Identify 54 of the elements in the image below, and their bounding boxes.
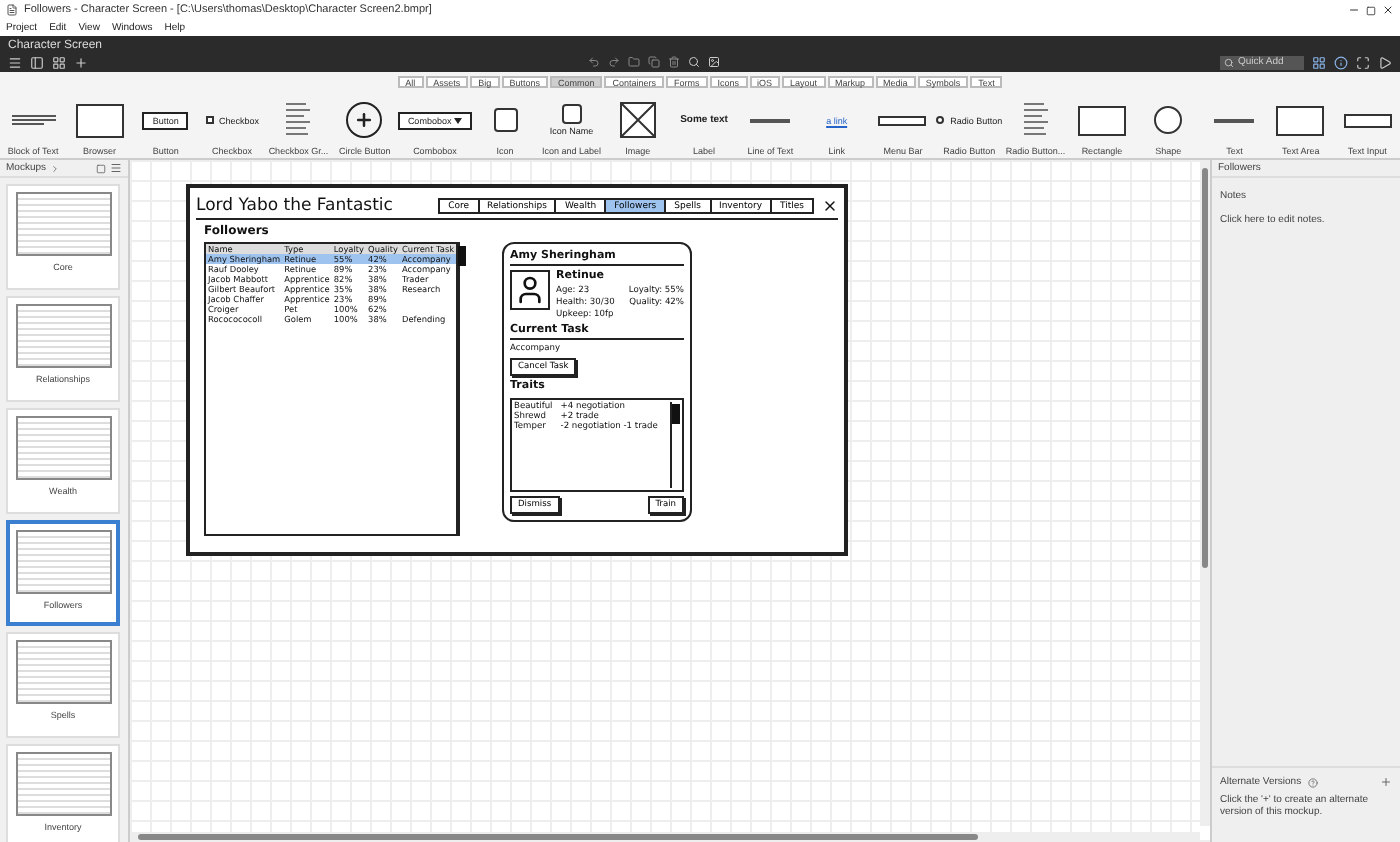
close-icon[interactable] xyxy=(822,198,838,214)
circle-shape-preview xyxy=(1154,106,1183,134)
vertical-scrollbar[interactable] xyxy=(1200,160,1210,826)
redo-icon[interactable] xyxy=(608,56,620,68)
thumbnail-preview xyxy=(15,640,111,704)
layout-icon[interactable] xyxy=(1312,55,1326,69)
text-line-icon xyxy=(750,117,791,123)
scrollbar[interactable] xyxy=(456,244,467,534)
person-icon xyxy=(514,274,546,306)
fullscreen-icon[interactable] xyxy=(1356,55,1370,69)
image-placeholder-icon xyxy=(619,102,656,138)
undo-icon[interactable] xyxy=(588,56,600,68)
list-lines-icon xyxy=(286,102,311,138)
text-input-preview xyxy=(1343,113,1392,127)
menu-bar-preview xyxy=(878,115,927,125)
panel-icon[interactable] xyxy=(30,55,44,69)
plus-icon xyxy=(354,110,375,130)
character-name: Lord Yabo the Fantastic xyxy=(196,196,395,216)
thumbnail-preview xyxy=(15,416,111,480)
thumbnail-preview xyxy=(15,192,111,256)
scrollbar[interactable] xyxy=(670,402,680,488)
info-icon[interactable] xyxy=(1334,55,1348,69)
trash-icon[interactable] xyxy=(668,56,680,68)
close-icon[interactable] xyxy=(1382,4,1394,16)
thumbnail-preview xyxy=(15,304,111,368)
add-icon[interactable] xyxy=(74,55,88,69)
caret-icon xyxy=(453,117,462,123)
rectangle-preview xyxy=(1077,105,1126,135)
icon-preview xyxy=(493,108,518,132)
copy-icon[interactable] xyxy=(648,56,660,68)
add-icon[interactable] xyxy=(1380,776,1392,788)
horizontal-scrollbar[interactable] xyxy=(130,832,1200,842)
text-line-icon xyxy=(1214,117,1255,123)
menu-icon[interactable] xyxy=(110,162,122,174)
list-lines-icon xyxy=(1023,102,1048,138)
app-icon xyxy=(6,4,18,16)
thumbnail-preview xyxy=(15,530,111,594)
play-icon[interactable] xyxy=(1378,55,1392,69)
thumbnail-preview xyxy=(15,752,111,816)
view-icon[interactable] xyxy=(96,163,106,173)
browser-preview xyxy=(75,103,124,137)
grid-icon[interactable] xyxy=(52,55,66,69)
checkbox-preview xyxy=(205,116,214,124)
image-icon[interactable] xyxy=(708,56,720,68)
minimize-icon[interactable] xyxy=(1348,4,1360,16)
maximize-icon[interactable] xyxy=(1366,5,1376,15)
text-area-preview xyxy=(1276,105,1325,135)
icon-preview xyxy=(561,104,582,124)
search-icon xyxy=(1224,57,1234,67)
search-icon[interactable] xyxy=(688,56,700,68)
radio-preview xyxy=(936,116,945,124)
folder-icon[interactable] xyxy=(628,56,640,68)
text-lines-icon xyxy=(11,114,56,126)
menu-icon[interactable] xyxy=(8,55,22,69)
